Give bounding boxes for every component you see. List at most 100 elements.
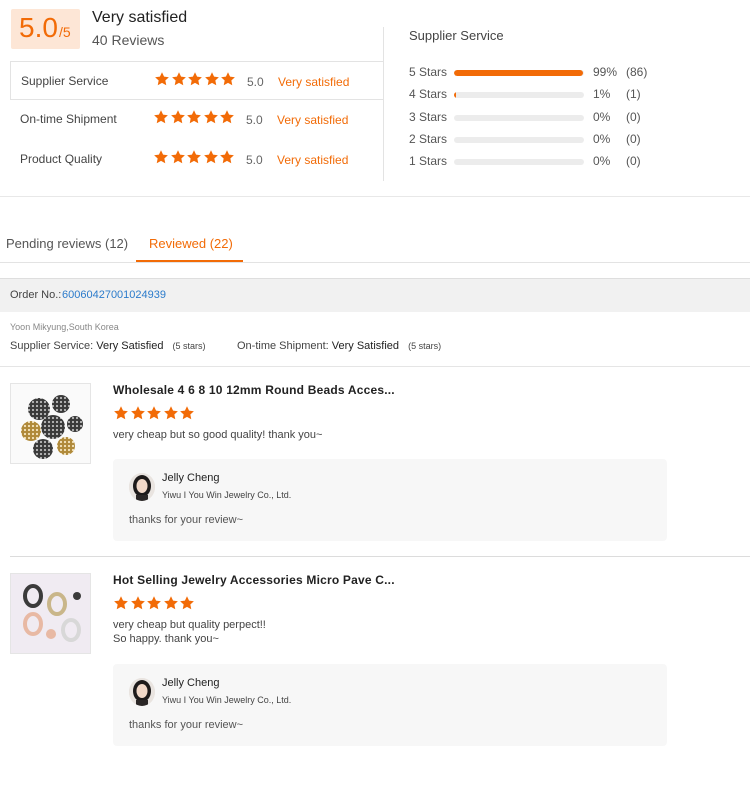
tab-pending-reviews[interactable]: Pending reviews (12) [6, 236, 128, 251]
active-tab-indicator [136, 260, 243, 262]
distribution-label: 3 Stars [409, 109, 448, 124]
replier-name: Jelly Cheng [162, 677, 220, 689]
product-title-link[interactable]: Hot Selling Jewelry Accessories Micro Pa… [113, 573, 395, 587]
tab-reviewed[interactable]: Reviewed (22) [149, 236, 233, 251]
score-badge: 5.0 /5 [11, 9, 80, 49]
seller-reply: Jelly Cheng Yiwu I You Win Jewelry Co., … [113, 459, 667, 541]
overall-rating-label: Very satisfied [92, 9, 188, 26]
review-comment-line: very cheap but so good quality! thank yo… [113, 429, 323, 441]
review-comment: very cheap but so good quality! thank yo… [113, 428, 322, 442]
distribution-row-1: 1 Stars 0% (0) [409, 153, 649, 175]
review-comment: very cheap but quality perpect!! So happ… [113, 618, 266, 646]
avatar [129, 473, 155, 501]
star-icon [219, 149, 235, 165]
rating-row-on-time-shipment: On-time Shipment 5.0 Very satisfied [10, 100, 383, 140]
review-divider [10, 556, 750, 557]
distribution-percent: 1% [593, 87, 611, 102]
section-divider [0, 366, 750, 367]
reply-text: thanks for your review~ [129, 719, 244, 731]
star-icon [170, 109, 186, 125]
rating-stars [153, 149, 236, 167]
rating-value: 5.0 [246, 113, 263, 127]
distribution-label: 2 Stars [409, 131, 448, 146]
product-title-link[interactable]: Wholesale 4 6 8 10 12mm Round Beads Acce… [113, 383, 395, 397]
rating-text: Very satisfied [277, 153, 349, 167]
shipment-value: Very Satisfied [331, 340, 400, 352]
distribution-percent: 0% [593, 154, 611, 169]
star-icon [113, 595, 129, 611]
star-icon [186, 109, 202, 125]
star-icon [130, 405, 146, 421]
supplier-service-stars: (5 stars) [172, 341, 206, 351]
rating-row-label: Supplier Service [21, 74, 109, 88]
rating-text: Very satisfied [278, 75, 350, 89]
order-number-link[interactable]: 60060427001024939 [62, 289, 166, 301]
distribution-count: (0) [626, 109, 641, 124]
shipment-stars: (5 stars) [408, 341, 442, 351]
distribution-percent: 0% [593, 109, 611, 124]
replier-name: Jelly Cheng [162, 472, 220, 484]
distribution-percent: 0% [593, 131, 611, 146]
distribution-label: 5 Stars [409, 65, 448, 79]
replier-company: Yiwu I You Win Jewelry Co., Ltd. [162, 490, 292, 500]
star-icon [130, 595, 146, 611]
star-icon [186, 149, 202, 165]
star-icon [146, 405, 162, 421]
star-icon [163, 405, 179, 421]
distribution-row-5: 5 Stars 99% (86) [409, 64, 649, 86]
replier-company: Yiwu I You Win Jewelry Co., Ltd. [162, 695, 292, 705]
star-icon [170, 149, 186, 165]
rating-rows: Supplier Service 5.0 Very satisfied On-t… [10, 61, 383, 180]
distribution-bar [454, 92, 584, 99]
star-icon [163, 595, 179, 611]
rating-text: Very satisfied [277, 113, 349, 127]
star-icon [179, 595, 195, 611]
distribution-bar-fill [454, 70, 583, 76]
star-icon [171, 71, 187, 87]
distribution-label: 4 Stars [409, 87, 448, 102]
avatar [129, 678, 155, 706]
distribution-count: (0) [626, 131, 641, 146]
score-suffix: /5 [59, 24, 71, 40]
supplier-service-value: Very Satisfied [96, 340, 164, 352]
distribution-row-4: 4 Stars 1% (1) [409, 86, 649, 108]
distribution-row-3: 3 Stars 0% (0) [409, 109, 649, 131]
star-icon [187, 71, 203, 87]
shipment-label: On-time Shipment: [237, 340, 329, 352]
review-tabs: Pending reviews (12) Reviewed (22) [0, 230, 750, 263]
rating-row-label: Product Quality [20, 152, 103, 166]
star-icon [113, 405, 129, 421]
distribution-title: Supplier Service [409, 28, 504, 43]
review-comment-line: So happy. thank you~ [113, 633, 219, 645]
order-header: Order No.: 60060427001024939 [0, 278, 750, 312]
on-time-shipment-rating: On-time Shipment: Very Satisfied (5 star… [237, 340, 441, 352]
star-icon [219, 109, 235, 125]
supplier-service-label: Supplier Service: [10, 340, 94, 352]
star-icon [179, 405, 195, 421]
star-icon [220, 71, 236, 87]
rating-stars [154, 71, 237, 89]
rating-row-product-quality: Product Quality 5.0 Very satisfied [10, 140, 383, 180]
distribution-count: (0) [626, 154, 641, 169]
review-item: Wholesale 4 6 8 10 12mm Round Beads Acce… [10, 383, 750, 543]
product-rating-stars [113, 595, 196, 613]
distribution-bar-fill [454, 92, 456, 99]
rating-value: 5.0 [246, 153, 263, 167]
distribution-percent: 99% [593, 65, 618, 79]
distribution-bar [454, 159, 584, 166]
rating-row-supplier-service: Supplier Service 5.0 Very satisfied [10, 61, 383, 100]
product-thumbnail[interactable] [10, 383, 91, 464]
product-rating-stars [113, 405, 196, 423]
star-icon [153, 149, 169, 165]
star-icon [204, 71, 220, 87]
overall-score: 5.0 [19, 12, 58, 43]
buyer-info: Yoon Mikyung,South Korea [10, 322, 119, 332]
distribution-row-2: 2 Stars 0% (0) [409, 131, 649, 153]
distribution-bar [454, 70, 584, 76]
supplier-service-rating: Supplier Service: Very Satisfied (5 star… [10, 340, 206, 352]
distribution-label: 1 Stars [409, 154, 448, 169]
star-icon [153, 109, 169, 125]
product-thumbnail[interactable] [10, 573, 91, 654]
reply-text: thanks for your review~ [129, 514, 244, 526]
distribution-count: (86) [626, 65, 648, 79]
